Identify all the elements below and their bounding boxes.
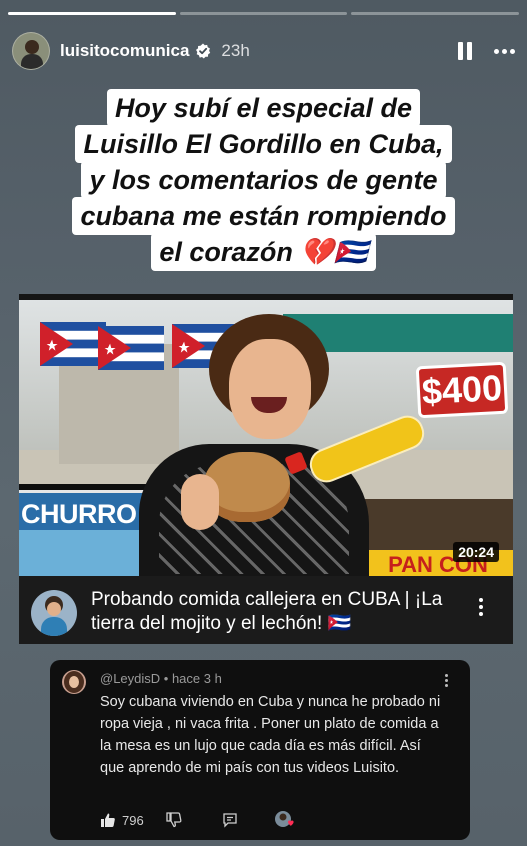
channel-avatar[interactable] bbox=[31, 590, 77, 636]
commenter-avatar[interactable] bbox=[62, 670, 86, 694]
like-count: 796 bbox=[122, 812, 144, 828]
price-sign: $400 bbox=[415, 361, 509, 419]
churros-sign: CHURRO bbox=[19, 490, 147, 532]
comment-text: Soy cubana viviendo en Cuba y nunca he p… bbox=[100, 694, 441, 776]
video-duration: 20:24 bbox=[453, 542, 499, 562]
caption-line: el corazón 💔🇨🇺 bbox=[151, 233, 376, 271]
reply-icon[interactable] bbox=[222, 812, 238, 828]
pause-icon[interactable] bbox=[458, 42, 472, 60]
caption-line: cubana me están rompiendo bbox=[72, 197, 455, 235]
comment-actions: 796 bbox=[100, 810, 296, 830]
caption-line: Hoy subí el especial de bbox=[106, 89, 421, 127]
username[interactable]: luisitocomunica bbox=[60, 41, 189, 61]
story-progress bbox=[8, 12, 520, 15]
comment-meta: @LeydisD • hace 3 h bbox=[100, 671, 222, 686]
caption-line: y los comentarios de gente bbox=[81, 161, 446, 199]
progress-segment bbox=[8, 12, 176, 15]
progress-segment bbox=[351, 12, 520, 15]
video-title[interactable]: Probando comida callejera en CUBA | ¡La … bbox=[91, 588, 461, 636]
story-header: luisitocomunica 23h bbox=[12, 30, 515, 72]
more-options-icon[interactable] bbox=[494, 48, 515, 54]
story-caption: Hoy subí el especial de Luisillo El Gord… bbox=[0, 89, 527, 271]
video-more-options-icon[interactable] bbox=[479, 598, 483, 616]
comment-card: @LeydisD • hace 3 h Soy cubana viviendo … bbox=[50, 660, 470, 840]
verified-badge-icon bbox=[196, 43, 211, 59]
thumbs-up-icon[interactable] bbox=[100, 812, 116, 828]
post-time: 23h bbox=[221, 41, 250, 60]
caption-line: Luisillo El Gordillo en Cuba, bbox=[75, 125, 452, 163]
profile-avatar[interactable] bbox=[12, 32, 50, 70]
cuba-flag-icon bbox=[98, 326, 164, 370]
progress-segment bbox=[179, 12, 348, 15]
video-thumbnail[interactable]: CHURRO PAN CON $400 20:24 bbox=[19, 294, 513, 576]
comment-more-options-icon[interactable] bbox=[445, 674, 448, 687]
video-info-row[interactable]: Probando comida callejera en CUBA | ¡La … bbox=[19, 576, 513, 644]
creator-heart-icon bbox=[274, 811, 294, 827]
thumbs-down-icon[interactable] bbox=[166, 812, 182, 828]
